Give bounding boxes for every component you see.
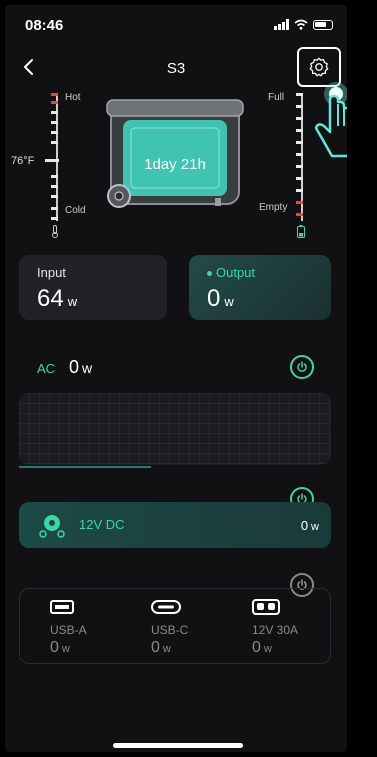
port-name: 12V 30A xyxy=(252,623,299,637)
input-label: Input xyxy=(37,265,66,280)
empty-label: Empty xyxy=(259,202,288,213)
home-indicator[interactable] xyxy=(113,743,243,748)
device-visual: 1day 21h xyxy=(105,98,245,214)
battery-icon xyxy=(297,225,305,238)
wifi-icon xyxy=(294,19,308,30)
port-usb-a: USB-A 0w xyxy=(50,599,130,657)
output-label: Output xyxy=(207,265,255,280)
port-value: 0w xyxy=(151,639,171,656)
port-value: 0w xyxy=(50,639,70,656)
dc-output-card[interactable]: 12V DC 0w xyxy=(19,502,331,548)
input-card: Input 64 w xyxy=(19,255,167,320)
status-time: 08:46 xyxy=(25,17,64,34)
ac-power-toggle[interactable] xyxy=(290,355,314,379)
ac-graph-progress xyxy=(19,466,151,468)
output-active-dot xyxy=(207,271,212,277)
app-screen: 08:46 S3 Hot Cold 76°F 1day 21h Full Emp… xyxy=(5,5,347,752)
port-name: USB-C xyxy=(151,623,189,637)
output-card: Output 0w xyxy=(189,255,331,320)
cold-label: Cold xyxy=(65,205,86,216)
signal-icon xyxy=(274,19,289,30)
usb-a-icon xyxy=(50,600,74,614)
ac-label: AC xyxy=(37,361,56,376)
port-value: 0w xyxy=(252,639,272,656)
tap-hand-icon xyxy=(314,82,347,158)
status-icons xyxy=(274,19,333,30)
nav-bar: S3 xyxy=(5,53,347,83)
port-usb-c: USB-C 0w xyxy=(151,599,231,657)
power-icon xyxy=(297,361,307,372)
ac-value: 0w xyxy=(69,357,93,377)
battery-status-icon xyxy=(313,20,333,30)
current-temperature: 76°F xyxy=(11,155,35,167)
dc-label: 12V DC xyxy=(79,517,125,532)
usb-c-icon xyxy=(151,600,181,614)
ac-power-graph xyxy=(19,393,331,465)
output-value: 0w xyxy=(207,285,234,312)
ac-output-row: AC 0w xyxy=(19,355,329,383)
dc-port-icon xyxy=(39,515,65,538)
usb-ports-card: USB-A 0w USB-C 0w 12V 30A 0w xyxy=(19,588,331,664)
status-bar: 08:46 xyxy=(5,13,347,37)
dc-value: 0w xyxy=(300,518,319,533)
12v-30a-port-icon xyxy=(252,599,280,615)
port-12v-30a: 12V 30A 0w xyxy=(252,599,332,657)
port-name: USB-A xyxy=(50,623,87,637)
remaining-time: 1day 21h xyxy=(144,156,206,173)
full-label: Full xyxy=(268,92,285,103)
input-value: 64 w xyxy=(37,285,78,312)
gear-icon xyxy=(309,57,329,77)
page-title: S3 xyxy=(166,60,186,77)
hot-label: Hot xyxy=(65,92,81,103)
thermometer-icon xyxy=(52,225,58,238)
